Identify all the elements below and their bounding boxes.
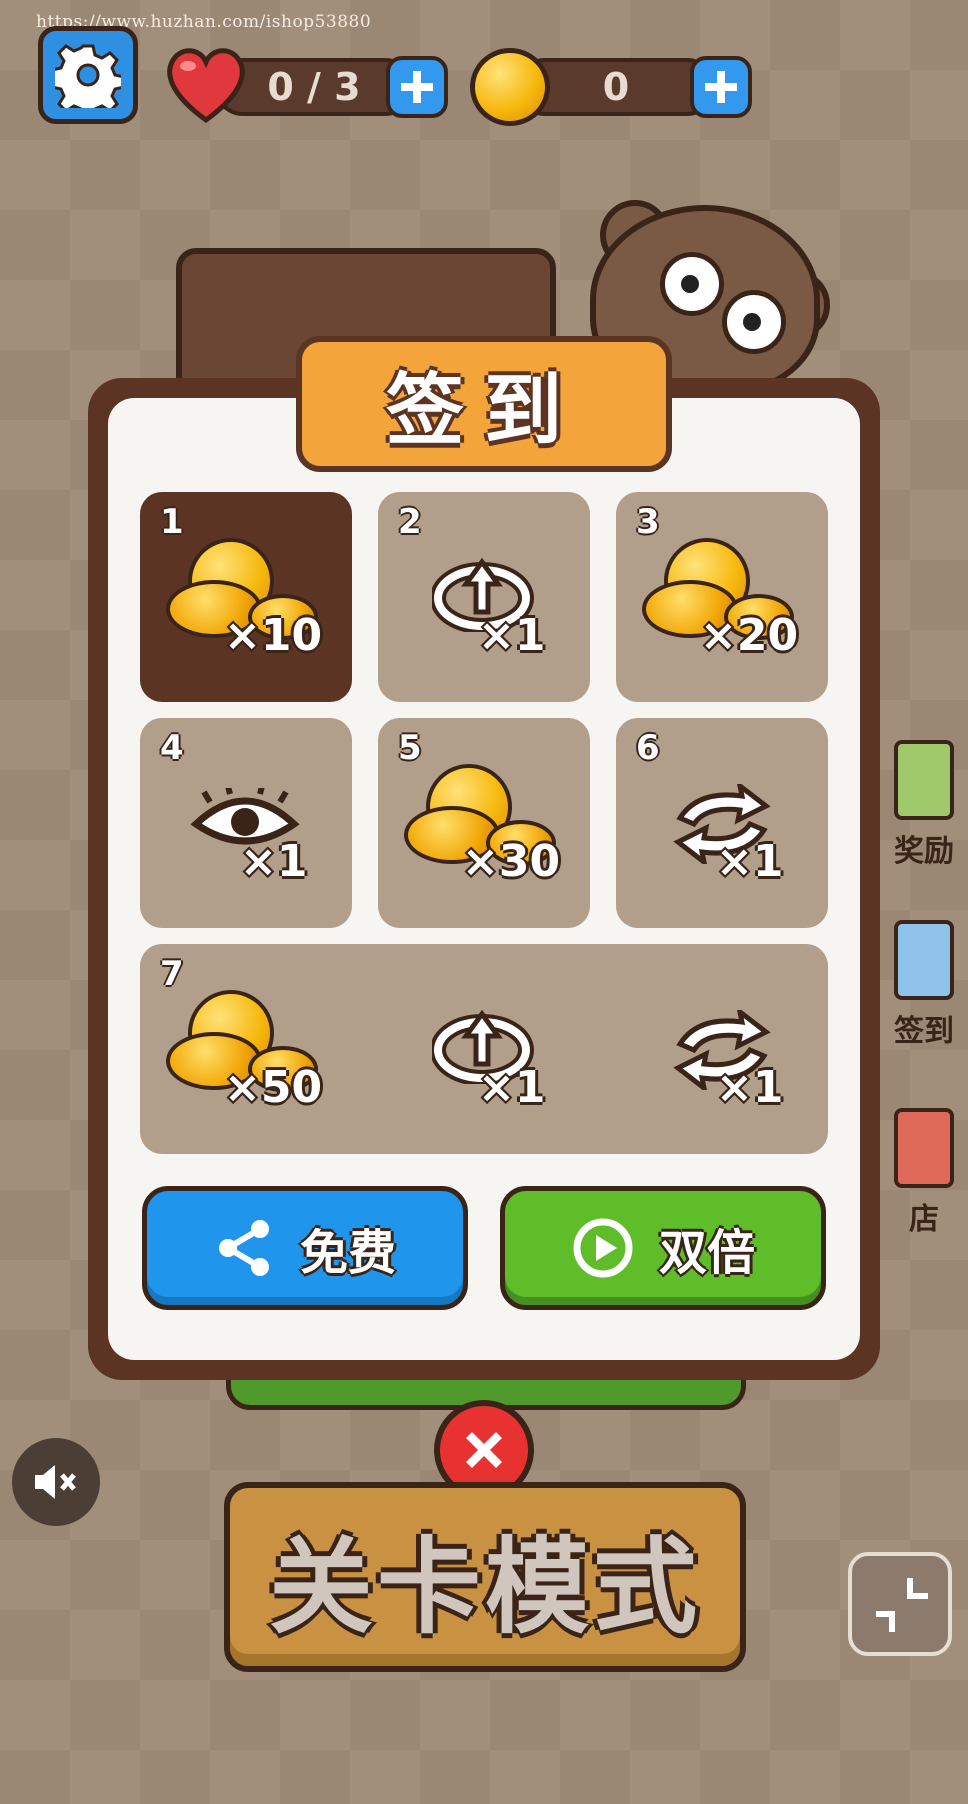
exit-fullscreen-button[interactable]: [848, 1552, 952, 1656]
double-claim-button[interactable]: 双倍: [500, 1186, 826, 1310]
reward-qty: ×1: [240, 836, 308, 887]
medal-icon: [894, 740, 954, 820]
level-mode-label: 关卡模式: [268, 1525, 701, 1648]
day-number: 3: [636, 502, 660, 542]
add-lives-button[interactable]: [386, 56, 448, 118]
reward-qty: ×30: [462, 836, 561, 887]
dialog-title-tab: 签到: [296, 336, 672, 472]
day-cell-5[interactable]: 5 ×30: [378, 718, 590, 928]
free-claim-button[interactable]: 免费: [142, 1186, 468, 1310]
side-checkin-button[interactable]: 签到: [880, 920, 968, 1050]
day-cell-2[interactable]: 2 ×1: [378, 492, 590, 702]
day-number: 6: [636, 728, 660, 768]
day-cell-1[interactable]: 1 ×10: [140, 492, 352, 702]
settings-button[interactable]: [38, 26, 138, 124]
reward-qty: ×1: [716, 1062, 784, 1113]
side-shop-label: 店: [909, 1202, 939, 1237]
plus-icon: [705, 71, 737, 103]
day-number: 5: [398, 728, 422, 768]
day-cell-7[interactable]: 7 ×50 ×1 ×1: [140, 944, 828, 1154]
day-number: 7: [160, 954, 184, 994]
heart-icon: [164, 44, 248, 128]
reward-qty: ×1: [716, 836, 784, 887]
bear-eye-icon: [722, 290, 786, 354]
close-icon: [466, 1432, 502, 1468]
collapse-icon: [876, 1578, 928, 1632]
side-reward-label: 奖励: [894, 834, 954, 869]
plus-icon: [401, 71, 433, 103]
reward-qty: ×10: [224, 610, 323, 661]
level-mode-button[interactable]: 关卡模式: [224, 1482, 746, 1672]
reward-qty: ×50: [224, 1062, 323, 1113]
side-checkin-label: 签到: [894, 1014, 954, 1049]
day-cell-6[interactable]: 6 ×1: [616, 718, 828, 928]
calendar-icon: [894, 920, 954, 1000]
shop-icon: [894, 1108, 954, 1188]
day-cell-4[interactable]: 4 ×1: [140, 718, 352, 928]
speaker-muted-icon: [35, 1465, 76, 1499]
day-cell-3[interactable]: 3 ×20: [616, 492, 828, 702]
bear-eye-icon: [660, 252, 724, 316]
dialog-title: 签到: [385, 366, 582, 456]
free-claim-label: 免费: [299, 1225, 396, 1281]
share-icon: [218, 1220, 269, 1276]
add-coins-button[interactable]: [690, 56, 752, 118]
double-claim-label: 双倍: [658, 1225, 755, 1281]
mute-button[interactable]: [12, 1438, 100, 1526]
coin-icon: [470, 48, 550, 126]
reward-qty: ×1: [478, 610, 546, 661]
reward-qty: ×20: [700, 610, 799, 661]
gear-icon: [55, 44, 121, 108]
day-number: 1: [160, 502, 184, 542]
side-shop-button[interactable]: 店: [880, 1108, 968, 1238]
reward-qty: ×1: [478, 1062, 546, 1113]
day-number: 2: [398, 502, 422, 542]
day-number: 4: [160, 728, 184, 768]
play-video-icon: [573, 1218, 633, 1278]
side-reward-button[interactable]: 奖励: [880, 740, 968, 870]
